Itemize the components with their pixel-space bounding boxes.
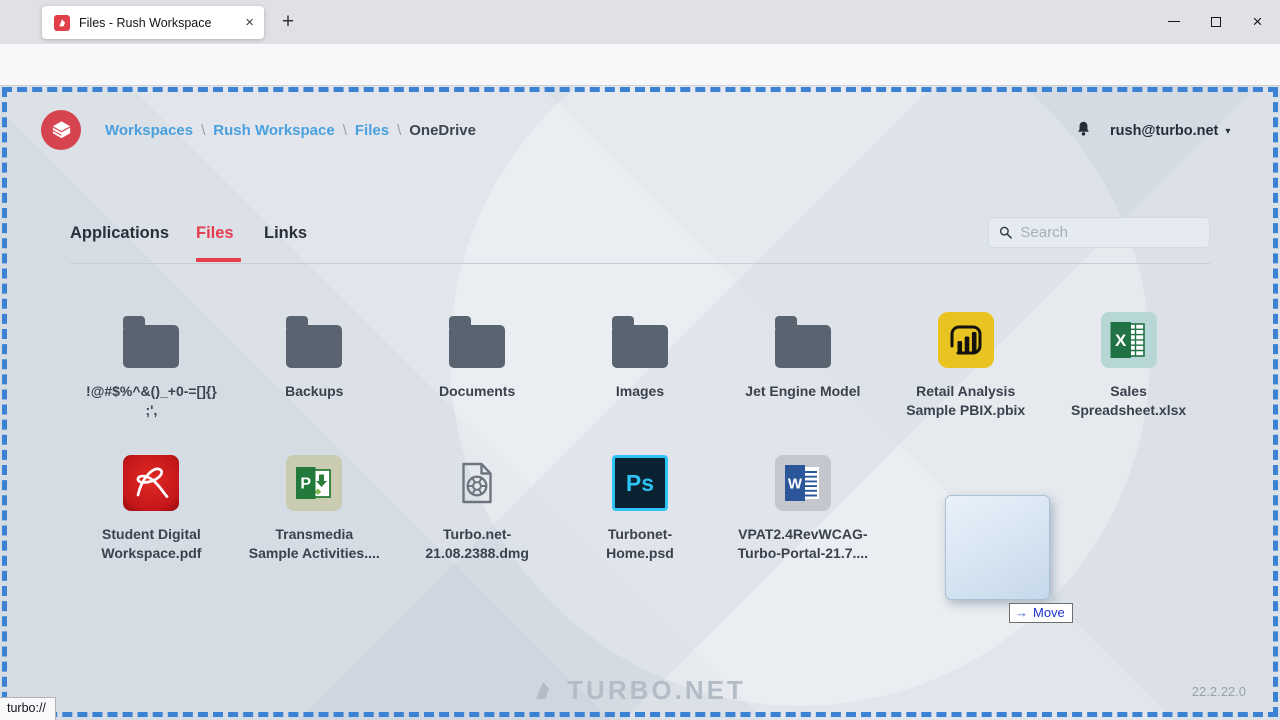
excel-icon: X xyxy=(1100,312,1157,368)
svg-text:P: P xyxy=(301,476,312,493)
powerbi-icon xyxy=(937,312,994,368)
file-label: Turbonet- Home.psd xyxy=(606,526,674,561)
window-maximize-button[interactable] xyxy=(1193,0,1239,43)
folder-icon xyxy=(774,316,831,368)
breadcrumb-current: OneDrive xyxy=(409,122,476,139)
file-label: Images xyxy=(615,383,665,399)
file-item-turbonet-home-psd[interactable]: Ps Turbonet- Home.psd xyxy=(559,443,722,586)
turbo-watermark-icon xyxy=(536,681,550,699)
file-label: Jet Engine Model xyxy=(745,383,861,399)
active-tab-underline xyxy=(196,258,241,262)
breadcrumb-workspaces-link[interactable]: Workspaces xyxy=(105,122,193,139)
dmg-file-icon xyxy=(462,462,492,504)
file-label: VPAT2.4RevWCAG- Turbo-Portal-21.7.... xyxy=(737,526,869,561)
turbo-favicon-icon xyxy=(54,14,70,31)
drag-ghost xyxy=(945,495,1050,600)
tab-applications[interactable]: Applications xyxy=(70,224,169,243)
file-item-jet-engine-model[interactable]: Jet Engine Model xyxy=(721,300,884,443)
photoshop-icon: Ps xyxy=(611,455,668,511)
word-icon: W xyxy=(774,455,831,511)
move-arrow-icon: → xyxy=(1015,605,1028,620)
file-label: Backups xyxy=(285,383,344,399)
file-label: Transmedia Sample Activities.... xyxy=(248,526,380,561)
turbo-logo[interactable] xyxy=(41,110,81,150)
folder-icon xyxy=(123,316,180,368)
tab-close-icon[interactable]: × xyxy=(245,15,254,30)
file-item-student-digital-workspace-pdf[interactable]: Student Digital Workspace.pdf xyxy=(70,443,233,586)
folder-icon xyxy=(286,316,343,368)
minimize-icon xyxy=(1168,21,1180,22)
file-item-turbo-dmg[interactable]: Turbo.net- 21.08.2388.dmg xyxy=(396,443,559,586)
file-item-retail-analysis-pbix[interactable]: Retail Analysis Sample PBIX.pbix xyxy=(884,300,1047,443)
folder-icon xyxy=(449,316,506,368)
browser-window: Files - Rush Workspace × + × Workspaces … xyxy=(0,0,1280,720)
file-item-vpat-word-doc[interactable]: W VPAT2.4RevWCAG- Turbo-Portal-21.7.... xyxy=(721,443,884,586)
file-item-images[interactable]: Images xyxy=(559,300,722,443)
pdf-icon xyxy=(123,455,180,511)
browser-tab[interactable]: Files - Rush Workspace × xyxy=(42,6,264,39)
file-label: !@#$%^&()_+0-=[]{} ;', xyxy=(86,383,217,418)
search-icon xyxy=(999,226,1012,239)
file-item-sales-spreadsheet-xlsx[interactable]: X Sales Spreadsheet.xlsx xyxy=(1047,300,1210,443)
folder-icon xyxy=(611,316,668,368)
file-label: Student Digital Workspace.pdf xyxy=(101,526,202,561)
file-label: Turbo.net- 21.08.2388.dmg xyxy=(425,526,529,561)
move-tooltip-label: Move xyxy=(1033,605,1065,620)
account-menu[interactable]: rush@turbo.net ▾ xyxy=(1110,123,1230,139)
status-link-preview: turbo:// xyxy=(0,697,56,720)
window-close-button[interactable]: × xyxy=(1235,0,1280,43)
account-email: rush@turbo.net xyxy=(1110,123,1219,139)
file-item-transmedia-sample-activities[interactable]: P Transmedia Sample Activities.... xyxy=(233,443,396,586)
turbo-watermark: TURBO.NET xyxy=(0,675,1280,706)
search-input[interactable] xyxy=(1020,224,1201,241)
file-item-documents[interactable]: Documents xyxy=(396,300,559,443)
file-label: Sales Spreadsheet.xlsx xyxy=(1070,383,1187,418)
caret-down-icon: ▾ xyxy=(1225,126,1231,137)
notifications-bell-icon[interactable] xyxy=(1074,119,1093,144)
tab-links[interactable]: Links xyxy=(264,224,307,243)
tab-files[interactable]: Files xyxy=(196,224,234,243)
browser-tab-strip: Files - Rush Workspace × + × xyxy=(0,0,1280,44)
browser-toolbar: https://rushvm.turboqa.net/workspace/rus… xyxy=(0,44,1280,124)
new-tab-button[interactable]: + xyxy=(272,7,304,37)
tab-title: Files - Rush Workspace xyxy=(79,15,212,30)
tabs-divider xyxy=(70,263,1210,264)
maximize-icon xyxy=(1211,16,1221,27)
breadcrumb-rush-workspace-link[interactable]: Rush Workspace xyxy=(213,122,334,139)
file-item-backups[interactable]: Backups xyxy=(233,300,396,443)
version-label: 22.2.22.0 xyxy=(1191,684,1246,699)
drag-move-tooltip: → Move xyxy=(1009,603,1073,623)
svg-text:X: X xyxy=(1115,331,1127,350)
window-close-icon: × xyxy=(1252,12,1263,31)
workspace-page: Workspaces \ Rush Workspace \ Files \ OneDrive… xyxy=(0,86,1280,720)
file-item-special-folder[interactable]: !@#$%^&()_+0-=[]{} ;', xyxy=(70,300,233,443)
project-icon: P xyxy=(286,455,343,511)
svg-text:W: W xyxy=(788,476,803,493)
window-minimize-button[interactable] xyxy=(1151,0,1197,43)
file-label: Documents xyxy=(439,383,516,399)
breadcrumb: Workspaces \ Rush Workspace \ Files \ OneDrive xyxy=(105,122,476,139)
file-label: Retail Analysis Sample PBIX.pbix xyxy=(906,383,1026,418)
breadcrumb-files-link[interactable]: Files xyxy=(355,122,389,139)
search-box[interactable] xyxy=(988,217,1210,248)
